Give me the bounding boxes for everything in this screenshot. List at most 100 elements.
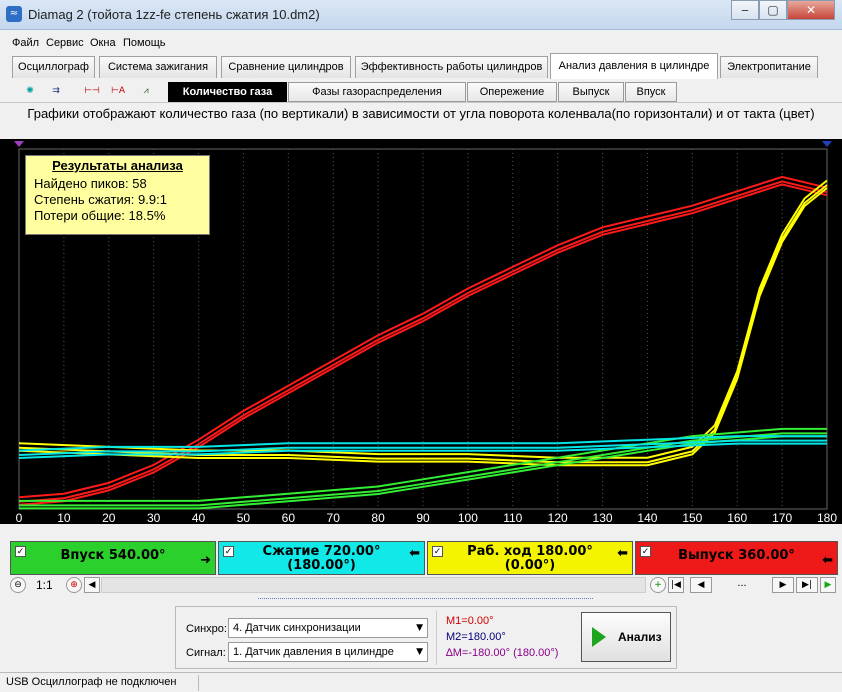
pv-tool-icon[interactable]: ⩘ <box>136 81 156 101</box>
phase-power-label: Раб. ход 180.00° <box>467 544 593 559</box>
status-divider <box>198 675 199 691</box>
close-button[interactable]: ✕ <box>787 0 835 20</box>
results-title: Результаты анализа <box>52 158 183 173</box>
i124-tool-icon[interactable]: ⇉ <box>46 81 66 101</box>
phase-compression-sub: (180.00°) <box>287 558 356 573</box>
x-tick-label: 130 <box>593 511 613 524</box>
first-page-icon[interactable]: |◀ <box>668 577 684 593</box>
x-tick-label: 100 <box>458 511 478 524</box>
arrow-left-icon[interactable]: ⬅ <box>822 547 833 575</box>
subtab-intake[interactable]: Впуск <box>625 82 677 102</box>
phase-compression[interactable]: ✓ Сжатие 720.00° (180.00°) ⬅ <box>218 541 425 575</box>
tab-ignition[interactable]: Система зажигания <box>99 56 217 78</box>
tab-power[interactable]: Электропитание <box>720 56 818 78</box>
signal-select-value: 1. Датчик давления в цилиндре <box>233 646 394 658</box>
x-tick-label: 90 <box>416 511 430 524</box>
subtab-advance[interactable]: Опережение <box>467 82 557 102</box>
tab-cylinder-compare[interactable]: Сравнение цилиндров <box>221 56 351 78</box>
phase-exhaust-checkbox[interactable]: ✓ <box>640 546 651 557</box>
x-tick-label: 150 <box>682 511 702 524</box>
last-page-icon[interactable]: ▶| <box>796 577 818 593</box>
subtab-valve-timing[interactable]: Фазы газораспределения <box>288 82 466 102</box>
phase-power-sub: (0.00°) <box>504 558 556 573</box>
divider <box>436 611 437 665</box>
x-tick-label: 120 <box>548 511 568 524</box>
chevron-down-icon: ▼ <box>416 623 423 633</box>
menu-windows[interactable]: Окна <box>90 37 116 49</box>
chart-caption: Графики отображают количество газа (по в… <box>27 106 815 121</box>
page-indicator: ... <box>737 577 747 589</box>
window-title: Diamag 2 (тойота 1zz-fe степень сжатия 1… <box>28 7 320 22</box>
marker-m2: M2=180.00° <box>446 631 506 643</box>
status-bar: USB Осциллограф не подключен <box>0 672 842 692</box>
zoom-out-icon[interactable]: ⊖ <box>10 577 26 593</box>
chevron-down-icon: ▼ <box>416 647 423 657</box>
x-tick-label: 50 <box>237 511 251 524</box>
phase-power-checkbox[interactable]: ✓ <box>432 546 443 557</box>
splitter-handle[interactable] <box>258 598 593 603</box>
results-compression: Степень сжатия: 9.9:1 <box>34 192 167 207</box>
results-panel: Результаты анализа Найдено пиков: 58 Сте… <box>25 155 210 235</box>
main-tabs: Осциллограф Система зажигания Сравнение … <box>0 53 842 79</box>
phase-exhaust[interactable]: ✓ Выпуск 360.00° ⬅ <box>635 541 838 575</box>
phase-power[interactable]: ✓ Раб. ход 180.00° (0.00°) ⬅ <box>427 541 633 575</box>
app-logo-icon: ≈ <box>6 6 22 22</box>
results-peaks: Найдено пиков: 58 <box>34 176 147 191</box>
marker-m1-icon <box>14 141 24 147</box>
x-tick-label: 70 <box>327 511 341 524</box>
play-icon <box>592 627 606 647</box>
phase-intake-checkbox[interactable]: ✓ <box>15 546 26 557</box>
play-icon[interactable]: ▶ <box>820 577 836 593</box>
tab-pressure-analysis[interactable]: Анализ давления в цилиндре <box>550 53 718 79</box>
analyze-label: Анализ <box>618 630 662 644</box>
marker-m2-icon <box>822 141 832 147</box>
menu-help[interactable]: Помощь <box>123 37 166 49</box>
x-tick-label: 20 <box>102 511 116 524</box>
phase-intake-label: Впуск 540.00° <box>60 548 166 563</box>
menu-service[interactable]: Сервис <box>46 37 84 49</box>
x-tick-label: 180 <box>817 511 837 524</box>
arrow-right-icon[interactable]: ➜ <box>200 547 211 575</box>
arrow-left-icon[interactable]: ⬅ <box>617 547 628 561</box>
minimize-button[interactable]: ‒ <box>731 0 759 20</box>
x-tick-label: 40 <box>192 511 206 524</box>
wave-tool-icon[interactable]: ✺ <box>20 81 40 101</box>
signal-select[interactable]: 1. Датчик давления в цилиндре ▼ <box>228 642 428 662</box>
analyze-button[interactable]: Анализ <box>581 612 671 662</box>
subtab-exhaust[interactable]: Выпуск <box>558 82 624 102</box>
prev-page-icon[interactable]: ◀ <box>690 577 712 593</box>
zoom-in-icon[interactable]: ⊕ <box>66 577 82 593</box>
arrow-left-icon[interactable]: ⬅ <box>409 547 420 561</box>
x-tick-label: 110 <box>503 511 522 524</box>
scroll-row: ⊖ 1:1 ⊕ ◀ + |◀ ◀ ... ▶ ▶| ▶ <box>0 576 842 594</box>
sync-select[interactable]: 4. Датчик синхронизации ▼ <box>228 618 428 638</box>
scroll-left-icon[interactable]: ◀ <box>84 577 100 593</box>
title-bar: ≈ Diamag 2 (тойота 1zz-fe степень сжатия… <box>0 0 842 30</box>
next-page-icon[interactable]: ▶ <box>772 577 794 593</box>
phase-compression-label: Сжатие 720.00° <box>262 544 381 559</box>
tab-cylinder-efficiency[interactable]: Эффективность работы цилиндров <box>355 56 548 78</box>
x-tick-label: 0 <box>16 511 23 524</box>
results-losses: Потери общие: 18.5% <box>34 208 166 223</box>
x-tick-label: 160 <box>727 511 747 524</box>
add-icon[interactable]: + <box>650 577 666 593</box>
menu-bar: Файл Сервис Окна Помощь <box>0 35 842 53</box>
horizontal-scrollbar[interactable] <box>101 577 646 593</box>
phase-intake[interactable]: ✓ Впуск 540.00° ➜ <box>10 541 216 575</box>
auto-tool-icon[interactable]: ⊢A <box>108 81 128 101</box>
x-tick-label: 80 <box>371 511 385 524</box>
x-tick-label: 30 <box>147 511 161 524</box>
sync-select-value: 4. Датчик синхронизации <box>233 622 361 634</box>
phase-exhaust-label: Выпуск 360.00° <box>678 548 795 563</box>
menu-file[interactable]: Файл <box>12 37 39 49</box>
zoom-level: 1:1 <box>36 578 53 592</box>
x-tick-label: 140 <box>637 511 657 524</box>
status-text: USB Осциллограф не подключен <box>6 676 177 688</box>
phase-compression-checkbox[interactable]: ✓ <box>223 546 234 557</box>
maximize-button[interactable]: ▢ <box>759 0 787 20</box>
marker-tool-icon[interactable]: ⊢⊣ <box>82 81 102 101</box>
sync-label: Синхро: <box>186 623 227 635</box>
subtab-gas-amount[interactable]: Количество газа <box>168 82 287 102</box>
tab-oscilloscope[interactable]: Осциллограф <box>12 56 95 78</box>
marker-delta: ∆M=-180.00° (180.00°) <box>446 647 559 659</box>
